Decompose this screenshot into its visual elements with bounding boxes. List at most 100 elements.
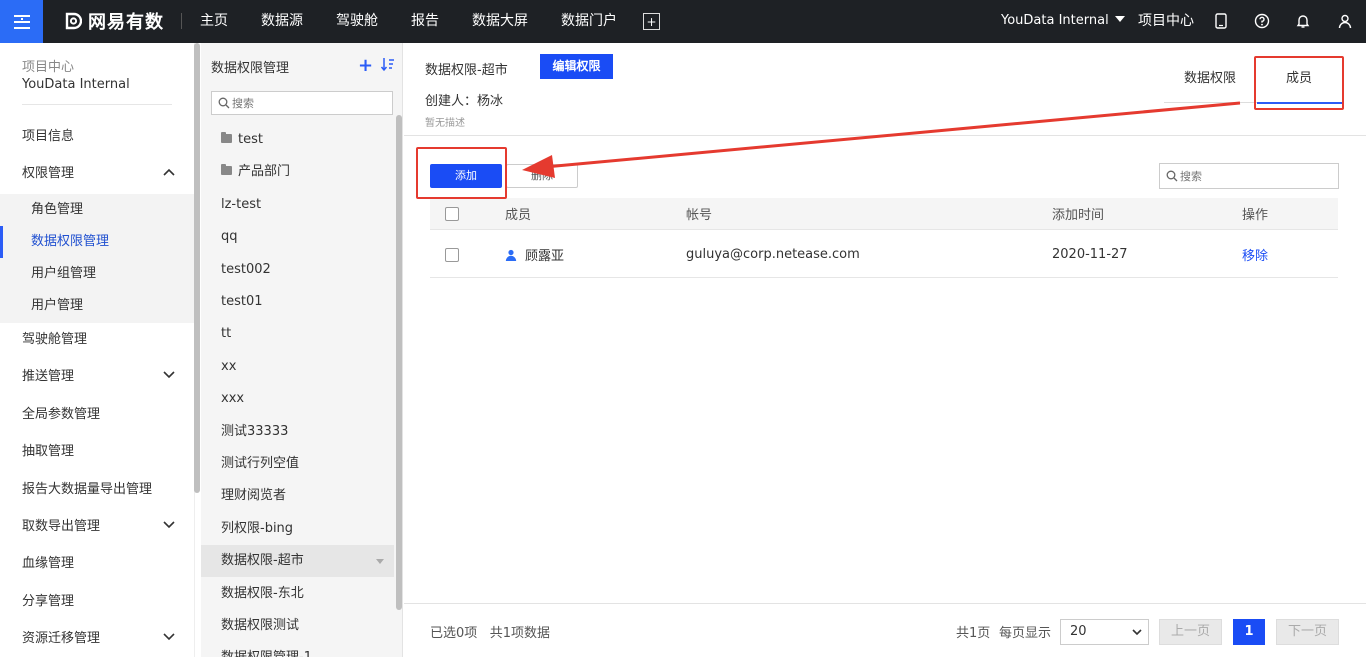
column-header-action: 操作 (1242, 208, 1269, 223)
tablet-icon[interactable] (1213, 13, 1229, 29)
page-number-button[interactable]: 1 (1233, 619, 1265, 645)
sidebar-item-global-params[interactable]: 全局参数管理 (0, 399, 195, 431)
sidebar-item-label: 分享管理 (22, 594, 75, 609)
sidebar-item-lineage[interactable]: 血缘管理 (0, 548, 195, 580)
list-item[interactable]: 数据权限-东北 (201, 578, 394, 610)
sidebar-item-data-permission[interactable]: 数据权限管理 (0, 226, 195, 258)
list-item[interactable]: 数据权限测试 (201, 610, 394, 642)
sidebar-item-label: 驾驶舱管理 (22, 332, 88, 347)
sidebar-submenu: 角色管理 数据权限管理 用户组管理 用户管理 (0, 194, 195, 323)
list-folder[interactable]: test (201, 124, 394, 156)
next-page-button[interactable]: 下一页 (1276, 619, 1339, 645)
list-search-input[interactable] (232, 94, 387, 112)
checkbox[interactable] (445, 206, 459, 221)
chevron-down-icon (1132, 629, 1142, 636)
select-all-checkbox[interactable] (445, 198, 459, 229)
list-item[interactable]: qq (201, 221, 394, 253)
tab-data-permission[interactable]: 数据权限 (1184, 63, 1236, 99)
add-icon[interactable]: + (358, 55, 373, 76)
help-icon[interactable] (1254, 13, 1270, 29)
add-nav-icon[interactable]: + (643, 13, 660, 30)
sidebar-item-label: 报告大数据量导出管理 (22, 482, 153, 497)
caret-down-icon (1114, 16, 1125, 22)
delete-member-button[interactable]: 删除 (506, 164, 578, 188)
list-item[interactable]: tt (201, 318, 394, 350)
nav-bigscreen[interactable]: 数据大屏 (472, 0, 528, 43)
sidebar-item-push[interactable]: 推送管理 (0, 361, 195, 393)
add-member-button[interactable]: 添加 (430, 164, 502, 188)
nav-report[interactable]: 报告 (411, 0, 439, 43)
permission-list-panel: 数据权限管理 + test 产品部门 lz-test qq test002 te… (201, 43, 403, 657)
creator-text: 创建人：杨冰 (425, 94, 504, 109)
remove-link[interactable]: 移除 (1242, 232, 1268, 277)
list-item[interactable]: 测试33333 (201, 416, 394, 448)
sidebar-scrollbar[interactable] (194, 43, 200, 493)
bell-icon[interactable] (1295, 13, 1311, 29)
prev-page-button[interactable]: 上一页 (1159, 619, 1222, 645)
sidebar-item-fetch-export[interactable]: 取数导出管理 (0, 511, 195, 543)
sidebar-item-big-export[interactable]: 报告大数据量导出管理 (0, 474, 195, 506)
edit-permission-button[interactable]: 编辑权限 (540, 54, 613, 79)
list-item[interactable]: xx (201, 351, 394, 383)
checkbox[interactable] (445, 247, 459, 262)
sidebar-header-label: 项目中心 (22, 60, 75, 75)
list-item[interactable]: test002 (201, 254, 394, 286)
list-item[interactable]: test01 (201, 286, 394, 318)
member-search-input[interactable] (1180, 167, 1330, 185)
list-item-selected[interactable]: 数据权限-超市 (201, 545, 394, 577)
person-icon (505, 249, 517, 261)
list-item[interactable]: 测试行列空值 (201, 448, 394, 480)
folder-icon (221, 164, 232, 175)
list-item-label: 产品部门 (238, 164, 291, 179)
sidebar-item-user-group[interactable]: 用户组管理 (0, 258, 195, 290)
member-name: 顾露亚 (525, 249, 565, 264)
added-date-cell: 2020-11-27 (1052, 247, 1128, 262)
chevron-down-icon (163, 623, 175, 655)
sidebar-item-project-info[interactable]: 项目信息 (0, 121, 195, 153)
project-name: YouData Internal (1001, 13, 1109, 28)
sidebar-item-user[interactable]: 用户管理 (0, 290, 195, 322)
nav-cockpit[interactable]: 驾驶舱 (336, 0, 378, 43)
nav-datasource[interactable]: 数据源 (261, 0, 303, 43)
nav-home[interactable]: 主页 (200, 0, 228, 43)
sidebar-item-label: 取数导出管理 (22, 519, 101, 534)
account-cell: guluya@corp.netease.com (686, 247, 860, 262)
sidebar-item-permission[interactable]: 权限管理 (0, 158, 195, 190)
user-icon[interactable] (1337, 13, 1353, 29)
sidebar-item-label: 权限管理 (22, 166, 75, 181)
logo[interactable]: 网易有数 (64, 10, 164, 33)
sidebar-item-share[interactable]: 分享管理 (0, 586, 195, 618)
list-scrollbar[interactable] (396, 115, 402, 610)
list-item[interactable]: xxx (201, 383, 394, 415)
project-select[interactable]: YouData Internal (1001, 0, 1125, 43)
list-item[interactable]: 数据权限管理-1 (201, 642, 394, 657)
list-folder[interactable]: 产品部门 (201, 156, 394, 188)
sidebar-item-label: 血缘管理 (22, 556, 75, 571)
main-content: 数据权限-超市 编辑权限 创建人：杨冰 暂无描述 数据权限 成员 添加 删除 成… (404, 43, 1366, 657)
list-item[interactable]: lz-test (201, 189, 394, 221)
caret-down-icon[interactable] (376, 559, 384, 564)
row-checkbox[interactable] (445, 232, 459, 277)
chevron-up-icon (163, 158, 175, 190)
table-row: 顾露亚 guluya@corp.netease.com 2020-11-27 移… (430, 232, 1338, 278)
sidebar-item-migration[interactable]: 资源迁移管理 (0, 623, 195, 655)
per-page-value: 20 (1070, 624, 1087, 639)
menu-icon[interactable] (0, 0, 43, 43)
nav-portal[interactable]: 数据门户 (561, 0, 617, 43)
tab-members[interactable]: 成员 (1286, 63, 1312, 99)
hamburger-icon (13, 14, 30, 29)
list-item[interactable]: 列权限-bing (201, 513, 394, 545)
sort-icon[interactable] (381, 56, 395, 72)
sidebar-item-extract[interactable]: 抽取管理 (0, 436, 195, 468)
project-center-link[interactable]: 项目中心 (1138, 0, 1194, 43)
list-item[interactable]: 理财阅览者 (201, 480, 394, 512)
per-page-select[interactable]: 20 (1060, 619, 1149, 645)
sidebar-header-project: YouData Internal (22, 77, 130, 92)
sidebar-item-label: 全局参数管理 (22, 407, 101, 422)
folder-icon (221, 132, 232, 143)
sidebar-item-role[interactable]: 角色管理 (0, 194, 195, 226)
chevron-down-icon (163, 511, 175, 543)
total-count: 共1项数据 (489, 626, 550, 641)
logo-text: 网易有数 (88, 12, 164, 33)
sidebar-item-cockpit[interactable]: 驾驶舱管理 (0, 324, 195, 356)
